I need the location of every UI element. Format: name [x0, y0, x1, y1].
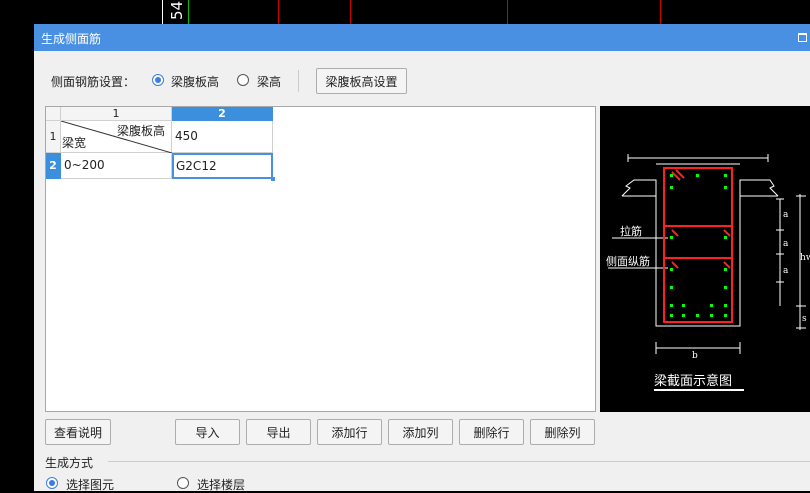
web-height-settings-button[interactable]: 梁腹板高设置 — [316, 68, 407, 94]
cell-rebar-spec[interactable]: G2C12 — [172, 153, 273, 179]
title-bar[interactable]: 生成侧面筋 — [34, 24, 810, 51]
col-header-1[interactable]: 1 — [61, 107, 172, 121]
label-hw: hw — [800, 253, 810, 263]
beam-section-diagram: 拉筋 侧面纵筋 a a a hw s b 梁截面示意图 — [600, 106, 810, 412]
label-tie: 拉筋 — [620, 224, 642, 238]
radio-web-height-label[interactable]: 梁腹板高 — [171, 73, 219, 90]
cad-line — [350, 0, 351, 24]
label-a3: a — [783, 266, 789, 276]
settings-row: 侧面钢筋设置： 梁腹板高 梁高 梁腹板高设置 — [34, 66, 810, 94]
generate-mode-heading: 生成方式 — [45, 456, 94, 470]
diagonal-header-cell: 梁腹板高 梁宽 — [61, 121, 172, 153]
corner-top-label: 梁腹板高 — [116, 124, 165, 138]
delete-column-button[interactable]: 删除列 — [530, 419, 595, 445]
import-button[interactable]: 导入 — [175, 419, 240, 445]
side-rebar-dialog: 生成侧面筋 侧面钢筋设置： 梁腹板高 梁高 梁腹板高设置 1 2 1 2 梁腹板… — [34, 24, 810, 493]
radio-select-floor-label[interactable]: 选择楼层 — [197, 476, 245, 493]
label-b: b — [692, 351, 698, 361]
radio-beam-height-label[interactable]: 梁高 — [257, 73, 281, 90]
rebar-grid[interactable]: 1 2 1 2 梁腹板高 梁宽 450 0~200 G2C12 — [45, 106, 596, 412]
cad-canvas[interactable]: 54 — [0, 0, 810, 24]
col-header-2[interactable]: 2 — [172, 107, 273, 121]
cad-line — [660, 0, 661, 24]
grid-corner — [46, 107, 61, 121]
cad-line — [188, 0, 189, 24]
radio-select-element-label[interactable]: 选择图元 — [66, 476, 114, 493]
dialog-title: 生成侧面筋 — [41, 32, 102, 46]
section-divider — [108, 461, 810, 462]
label-a2: a — [783, 239, 789, 249]
radio-web-height[interactable] — [152, 74, 164, 86]
view-help-button[interactable]: 查看说明 — [45, 419, 111, 445]
delete-row-button[interactable]: 删除行 — [459, 419, 524, 445]
divider — [298, 70, 299, 92]
label-s: s — [802, 314, 807, 324]
diagram-caption: 梁截面示意图 — [654, 373, 732, 389]
label-side-rebar: 侧面纵筋 — [606, 254, 650, 268]
radio-beam-height[interactable] — [237, 74, 249, 86]
maximize-icon[interactable] — [798, 33, 807, 42]
radio-select-floor[interactable] — [177, 477, 189, 489]
cad-line — [507, 0, 508, 24]
cad-line — [162, 0, 163, 24]
cell-width-range[interactable]: 0~200 — [61, 153, 172, 179]
export-button[interactable]: 导出 — [246, 419, 311, 445]
add-row-button[interactable]: 添加行 — [317, 419, 382, 445]
cell-web-height[interactable]: 450 — [172, 121, 273, 153]
corner-bottom-label: 梁宽 — [62, 136, 87, 150]
cad-line — [278, 0, 279, 24]
beam-section-drawing: 拉筋 侧面纵筋 a a a hw s b 梁截面示意图 — [606, 154, 810, 391]
label-a1: a — [783, 210, 789, 220]
settings-label: 侧面钢筋设置： — [51, 75, 136, 89]
row-header-1[interactable]: 1 — [46, 121, 61, 153]
row-header-2[interactable]: 2 — [46, 153, 61, 179]
add-column-button[interactable]: 添加列 — [388, 419, 453, 445]
cad-number: 54 — [168, 0, 186, 20]
radio-select-element[interactable] — [46, 477, 58, 489]
fill-handle[interactable] — [271, 177, 275, 181]
